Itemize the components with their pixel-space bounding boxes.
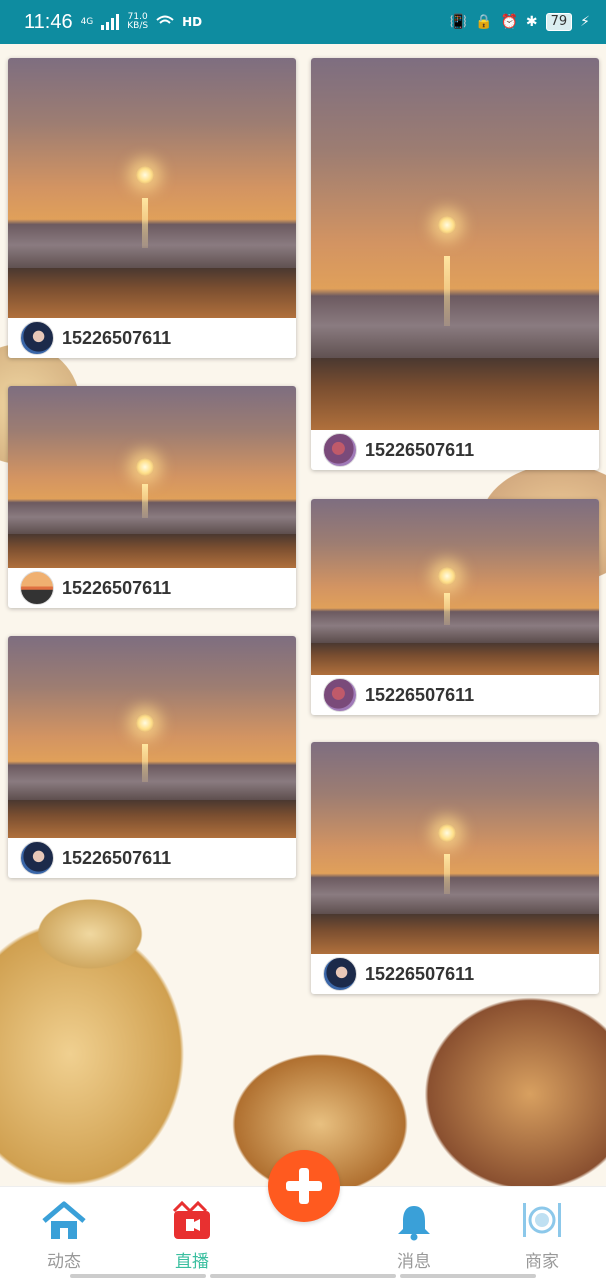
username: 15226507611	[62, 847, 172, 868]
alarm-icon: ⏰	[500, 14, 518, 30]
card-footer: 15226507611	[8, 568, 296, 608]
nav-indicator	[400, 1274, 536, 1278]
live-card[interactable]: 15226507611	[8, 386, 296, 608]
avatar[interactable]	[323, 433, 357, 467]
status-right: 📳 🔒 ⏰ ✱ 79 ⚡	[450, 13, 590, 31]
battery-icon: 79	[545, 13, 573, 31]
live-card[interactable]: 15226507611	[311, 742, 599, 994]
status-bar: 11:46 4G 71.0 KB/S HD 📳 🔒 ⏰ ✱ 79 ⚡	[0, 0, 606, 44]
network-speed: 71.0 KB/S	[127, 13, 148, 31]
live-card[interactable]: 15226507611	[8, 58, 296, 358]
add-button[interactable]	[268, 1150, 340, 1222]
nav-indicator	[70, 1274, 206, 1278]
bluetooth-icon: ✱	[525, 14, 538, 30]
card-footer: 15226507611	[311, 430, 599, 470]
live-cover-image[interactable]	[8, 636, 296, 838]
tab-dynamic[interactable]: 动态	[24, 1199, 104, 1272]
charging-icon: ⚡	[580, 14, 590, 30]
bell-icon	[374, 1199, 454, 1241]
live-cover-image[interactable]	[311, 499, 599, 675]
live-card[interactable]: 15226507611	[8, 636, 296, 878]
status-time: 11:46	[24, 10, 73, 33]
live-feed[interactable]: 15226507611 15226507611 15226507611 1522…	[0, 44, 606, 1186]
vibrate-icon: 📳	[449, 14, 467, 30]
avatar[interactable]	[323, 957, 357, 991]
card-footer: 15226507611	[311, 675, 599, 715]
live-card[interactable]: 15226507611	[311, 58, 599, 470]
avatar[interactable]	[20, 321, 54, 355]
dining-icon	[502, 1199, 582, 1241]
live-cover-image[interactable]	[311, 58, 599, 430]
username: 15226507611	[62, 327, 172, 348]
network-type: 4G	[80, 16, 94, 27]
card-footer: 15226507611	[311, 954, 599, 994]
username: 15226507611	[365, 684, 475, 705]
tab-dynamic-label: 动态	[47, 1252, 81, 1272]
tab-messages-label: 消息	[397, 1252, 431, 1272]
speed-unit: KB/S	[127, 21, 149, 31]
lock-icon: 🔒	[475, 14, 493, 30]
signal-icon	[101, 14, 120, 30]
wifi-icon	[156, 15, 174, 24]
tab-live[interactable]: 直播	[152, 1199, 232, 1272]
live-video-icon	[152, 1199, 232, 1241]
tab-live-label: 直播	[175, 1252, 209, 1272]
status-left: 11:46 4G 71.0 KB/S HD	[24, 11, 202, 34]
avatar[interactable]	[20, 841, 54, 875]
card-footer: 15226507611	[8, 838, 296, 878]
live-cover-image[interactable]	[8, 386, 296, 568]
nav-indicator	[210, 1274, 396, 1278]
live-cover-image[interactable]	[311, 742, 599, 954]
tab-merchant-label: 商家	[525, 1252, 559, 1272]
username: 15226507611	[365, 439, 475, 460]
avatar[interactable]	[323, 678, 357, 712]
card-footer: 15226507611	[8, 318, 296, 358]
avatar[interactable]	[20, 571, 54, 605]
plus-icon	[286, 1168, 322, 1204]
username: 15226507611	[62, 577, 172, 598]
tab-merchant[interactable]: 商家	[502, 1199, 582, 1272]
home-icon	[24, 1199, 104, 1241]
username: 15226507611	[365, 963, 475, 984]
hd-badge: HD	[182, 14, 203, 29]
tab-messages[interactable]: 消息	[374, 1199, 454, 1272]
live-card[interactable]: 15226507611	[311, 499, 599, 715]
live-cover-image[interactable]	[8, 58, 296, 318]
